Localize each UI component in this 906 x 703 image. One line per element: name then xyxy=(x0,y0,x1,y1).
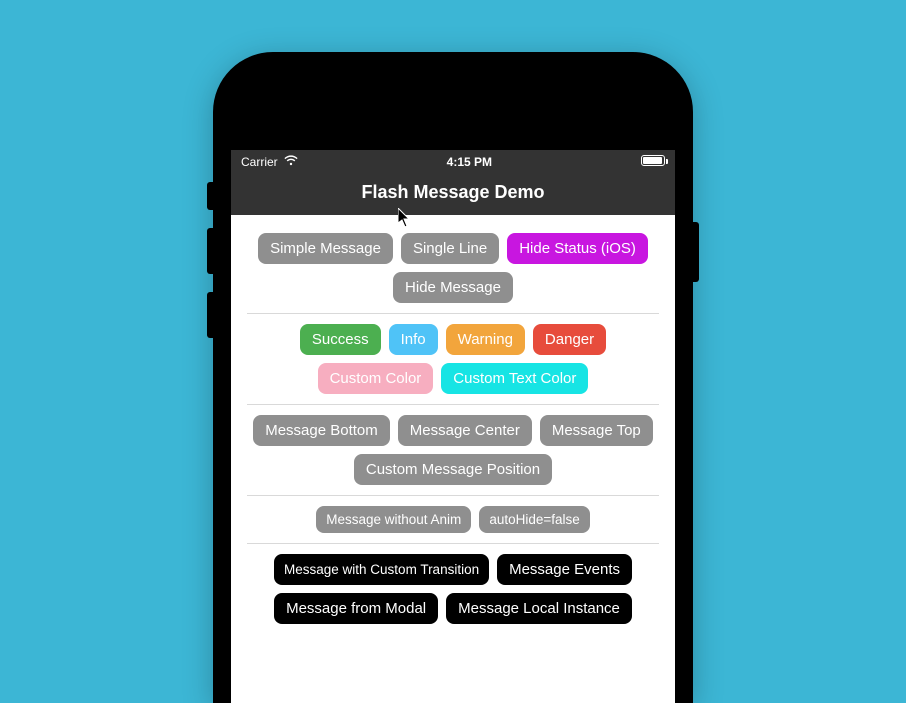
custom-message-position-button[interactable]: Custom Message Position xyxy=(354,454,552,485)
section-position: Message Bottom Message Center Message To… xyxy=(241,405,665,495)
warning-button[interactable]: Warning xyxy=(446,324,525,355)
battery-icon xyxy=(641,155,665,166)
message-local-instance-button[interactable]: Message Local Instance xyxy=(446,593,632,624)
carrier-label: Carrier xyxy=(241,155,278,169)
phone-frame: Carrier 4:15 PM Flash Message Demo Simpl… xyxy=(213,52,693,703)
section-advanced: Message with Custom Transition Message E… xyxy=(241,544,665,634)
app-header: Flash Message Demo xyxy=(231,174,675,215)
page-title: Flash Message Demo xyxy=(361,182,544,202)
message-center-button[interactable]: Message Center xyxy=(398,415,532,446)
phone-right-button xyxy=(693,222,699,282)
hide-message-button[interactable]: Hide Message xyxy=(393,272,513,303)
section-types: Success Info Warning Danger Custom Color… xyxy=(241,314,665,404)
phone-left-buttons xyxy=(207,182,213,356)
phone-screen: Carrier 4:15 PM Flash Message Demo Simpl… xyxy=(231,150,675,703)
autohide-false-button[interactable]: autoHide=false xyxy=(479,506,589,533)
hide-status-ios-button[interactable]: Hide Status (iOS) xyxy=(507,233,648,264)
success-button[interactable]: Success xyxy=(300,324,381,355)
custom-transition-button[interactable]: Message with Custom Transition xyxy=(274,554,489,585)
message-no-anim-button[interactable]: Message without Anim xyxy=(316,506,471,533)
custom-text-color-button[interactable]: Custom Text Color xyxy=(441,363,588,394)
status-bar: Carrier 4:15 PM xyxy=(231,150,675,174)
message-from-modal-button[interactable]: Message from Modal xyxy=(274,593,438,624)
section-anim: Message without Anim autoHide=false xyxy=(241,496,665,543)
message-top-button[interactable]: Message Top xyxy=(540,415,653,446)
status-time: 4:15 PM xyxy=(447,155,492,169)
custom-color-button[interactable]: Custom Color xyxy=(318,363,434,394)
wifi-icon xyxy=(284,155,298,169)
info-button[interactable]: Info xyxy=(389,324,438,355)
section-basic: Simple Message Single Line Hide Status (… xyxy=(241,223,665,313)
danger-button[interactable]: Danger xyxy=(533,324,606,355)
message-events-button[interactable]: Message Events xyxy=(497,554,632,585)
message-bottom-button[interactable]: Message Bottom xyxy=(253,415,390,446)
simple-message-button[interactable]: Simple Message xyxy=(258,233,393,264)
single-line-button[interactable]: Single Line xyxy=(401,233,499,264)
content-area: Simple Message Single Line Hide Status (… xyxy=(231,215,675,634)
